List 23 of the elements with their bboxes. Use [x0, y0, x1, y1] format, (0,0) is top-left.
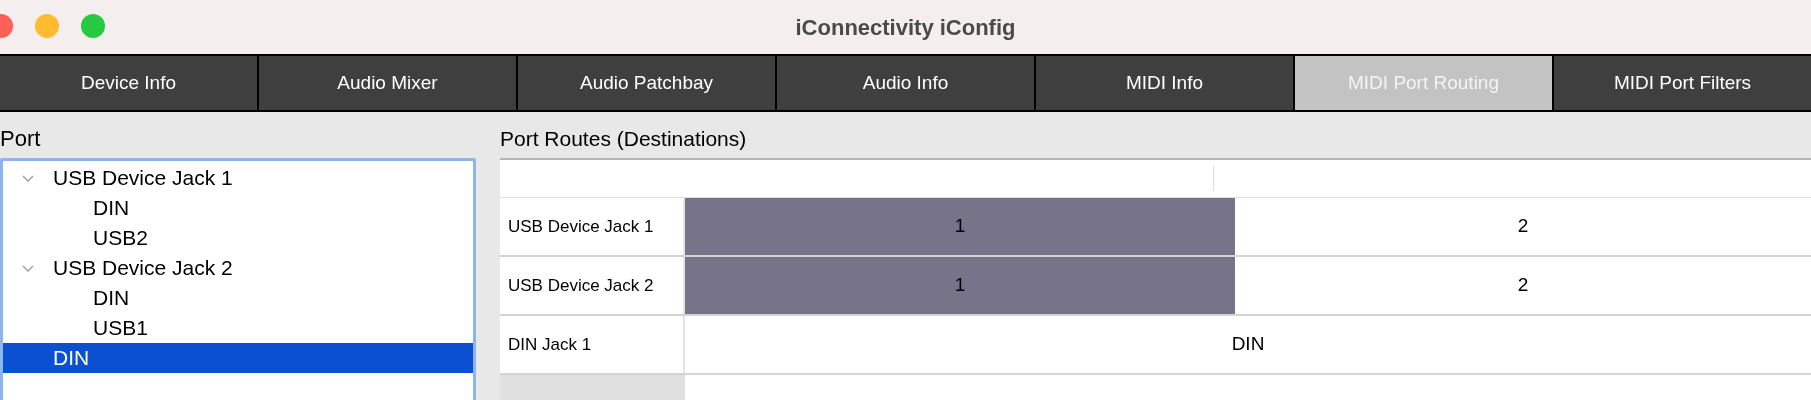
tree-label: DIN: [53, 345, 90, 372]
tree-label: DIN: [93, 285, 130, 312]
tree-row[interactable]: USB Device Jack 2: [3, 253, 473, 283]
panel-title: Port Routes (Destinations): [500, 126, 748, 152]
tree-row[interactable]: USB2: [3, 223, 473, 253]
chevron-icon[interactable]: [21, 263, 35, 273]
tree-label: USB Device Jack 1: [53, 165, 233, 192]
table-cell[interactable]: 1: [685, 257, 1235, 314]
tree-row[interactable]: USB Device Jack 1: [3, 163, 473, 193]
window-title: iConnectivity iConfig: [795, 13, 1016, 42]
minimize-icon[interactable]: [35, 14, 59, 38]
maximize-icon[interactable]: [81, 14, 105, 38]
tree-row[interactable]: DIN: [3, 283, 473, 313]
table-cell[interactable]: 1: [685, 198, 1235, 255]
tree-label: USB2: [93, 225, 148, 252]
panel-title: Port: [0, 125, 42, 153]
tree-row[interactable]: USB1: [3, 313, 473, 343]
tree-label: USB1: [93, 315, 148, 342]
tree-label: USB Device Jack 2: [53, 255, 233, 282]
tree-row[interactable]: DIN: [3, 193, 473, 223]
chevron-icon[interactable]: [21, 173, 35, 183]
tree-label: DIN: [93, 195, 130, 222]
tree-row[interactable]: DIN: [3, 343, 473, 373]
